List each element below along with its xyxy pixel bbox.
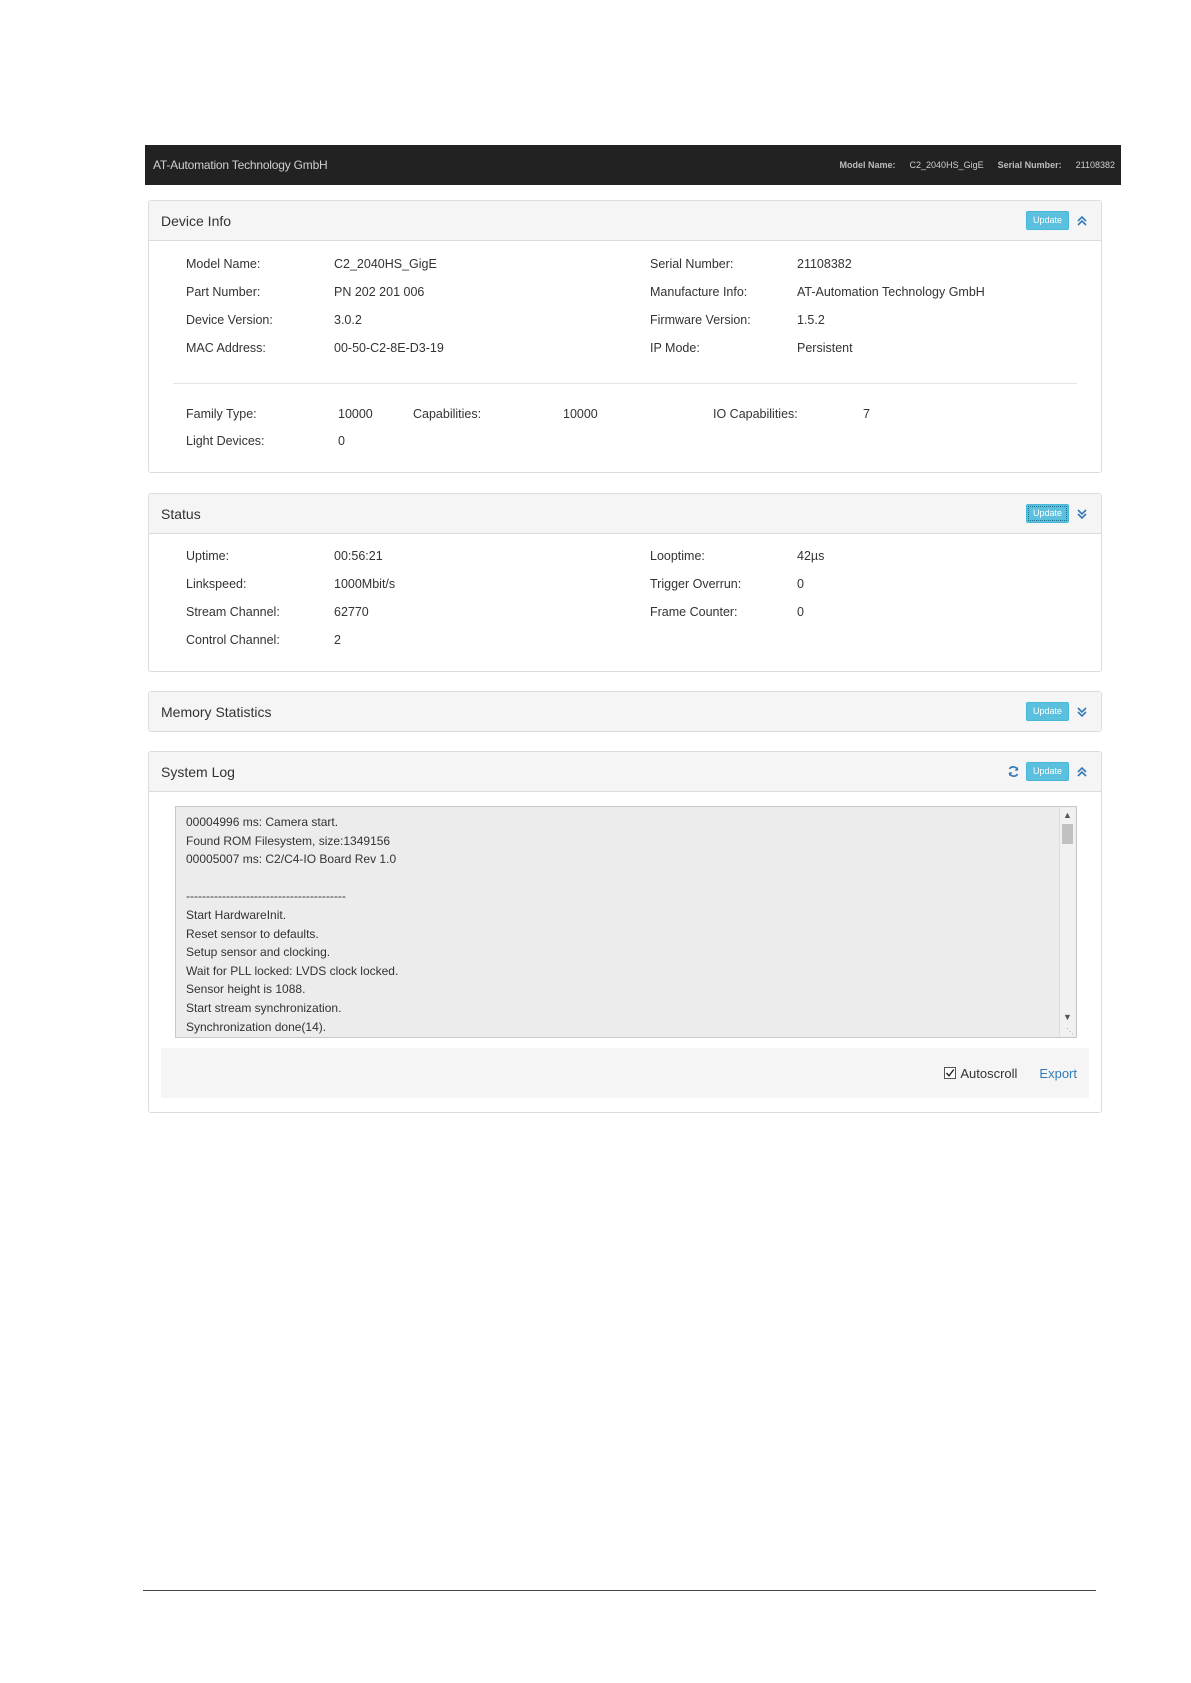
checkmark-icon [946, 1069, 955, 1077]
log-line: 00004996 ms: Camera start. [186, 815, 339, 829]
log-lines: 00004996 ms: Camera start. Found ROM Fil… [186, 813, 398, 1036]
io-capabilities-value: 7 [863, 407, 870, 421]
uptime-value: 00:56:21 [334, 549, 383, 563]
capabilities-value: 10000 [563, 407, 598, 421]
navbar-serial-value: 21108382 [1075, 160, 1115, 170]
model-name-value: C2_2040HS_GigE [334, 257, 437, 271]
part-number-value: PN 202 201 006 [334, 285, 425, 299]
light-devices-label: Light Devices: [186, 434, 265, 448]
log-line: Wait for PLL locked: LVDS clock locked. [186, 963, 399, 978]
resize-grip-icon[interactable]: ⋱ [1066, 1027, 1074, 1036]
looptime-label: Looptime: [650, 549, 705, 563]
device-info-update-button[interactable]: Update [1025, 211, 1069, 230]
system-log-panel: System Log Update 00004996 ms: Camera st… [148, 751, 1102, 1113]
scroll-down-arrow-icon[interactable]: ▼ [1060, 1010, 1075, 1024]
brand-name[interactable]: AT-Automation Technology GmbH [153, 158, 328, 172]
navbar-device-meta: Model Name: C2_2040HS_GigE Serial Number:… [840, 160, 1115, 170]
system-log-update-button[interactable]: Update [1025, 762, 1069, 781]
memory-statistics-header: Memory Statistics Update [149, 692, 1101, 731]
device-info-header: Device Info Update [149, 201, 1101, 241]
system-log-footer: Autoscroll Export [161, 1048, 1089, 1098]
firmware-version-value: 1.5.2 [797, 313, 825, 327]
status-title: Status [161, 505, 201, 522]
status-panel: Status Update Uptime: 00:56:21 Linkspeed… [148, 493, 1102, 672]
page-footer-rule [143, 1590, 1096, 1591]
mac-address-value: 00-50-C2-8E-D3-19 [334, 341, 444, 355]
family-type-label: Family Type: [186, 407, 257, 421]
stream-channel-label: Stream Channel: [186, 605, 280, 619]
serial-number-label: Serial Number: [650, 257, 734, 271]
system-log-textarea[interactable]: 00004996 ms: Camera start. Found ROM Fil… [175, 806, 1077, 1038]
memory-update-button[interactable]: Update [1025, 702, 1069, 721]
log-line: ---------------------------------------- [186, 889, 346, 904]
frame-counter-label: Frame Counter: [650, 605, 738, 619]
log-line: Sensor height is 1088. [186, 982, 306, 997]
refresh-icon[interactable] [1007, 765, 1020, 778]
looptime-value: 42µs [797, 549, 825, 563]
mac-address-label: MAC Address: [186, 341, 266, 355]
part-number-label: Part Number: [186, 285, 261, 299]
light-devices-value: 0 [338, 434, 345, 448]
autoscroll-toggle[interactable]: Autoscroll [944, 1066, 1017, 1081]
trigger-overrun-value: 0 [797, 577, 804, 591]
uptime-label: Uptime: [186, 549, 230, 563]
device-info-panel: Device Info Update Model Name: C2_2040HS… [148, 200, 1102, 473]
navbar-serial-label: Serial Number: [997, 160, 1062, 170]
log-line: 00005007 ms: C2/C4-IO Board Rev 1.0 [186, 852, 397, 867]
chevron-double-down-icon[interactable] [1075, 705, 1089, 719]
manufacture-info-value: AT-Automation Technology GmbH [797, 285, 985, 299]
scroll-up-arrow-icon[interactable]: ▲ [1060, 808, 1075, 822]
log-line: Reset sensor to defaults. [186, 926, 319, 941]
system-log-header: System Log Update [149, 752, 1101, 792]
io-capabilities-label: IO Capabilities: [713, 407, 798, 421]
ip-mode-label: IP Mode: [650, 341, 700, 355]
stream-channel-value: 62770 [334, 605, 369, 619]
chevron-double-down-icon[interactable] [1075, 507, 1089, 521]
log-line: Start stream synchronization. [186, 1000, 342, 1015]
export-link[interactable]: Export [1039, 1066, 1077, 1081]
autoscroll-label: Autoscroll [960, 1065, 1018, 1081]
autoscroll-checkbox[interactable] [944, 1067, 957, 1079]
status-header: Status Update [149, 494, 1101, 534]
navbar-model-label: Model Name: [839, 160, 896, 170]
system-log-title: System Log [161, 763, 235, 780]
log-scrollbar[interactable]: ▲ ▼ [1059, 808, 1075, 1036]
status-update-button[interactable]: Update [1025, 504, 1069, 523]
serial-number-value: 21108382 [797, 257, 852, 271]
chevron-double-up-icon[interactable] [1075, 765, 1089, 779]
navbar-model-value: C2_2040HS_GigE [909, 160, 984, 170]
manufacture-info-label: Manufacture Info: [650, 285, 748, 299]
control-channel-value: 2 [334, 633, 341, 647]
device-info-divider [173, 383, 1077, 384]
frame-counter-value: 0 [797, 605, 804, 619]
log-line: Start HardwareInit. [186, 907, 287, 922]
device-version-value: 3.0.2 [334, 313, 362, 327]
log-line: Synchronization done(14). [186, 1019, 327, 1034]
memory-statistics-title: Memory Statistics [161, 703, 272, 720]
linkspeed-label: Linkspeed: [186, 577, 247, 591]
family-type-value: 10000 [338, 407, 373, 421]
chevron-double-up-icon[interactable] [1075, 214, 1089, 228]
log-line: Found ROM Filesystem, size:1349156 [186, 833, 391, 848]
top-navbar: AT-Automation Technology GmbH Model Name… [145, 145, 1121, 185]
model-name-label: Model Name: [186, 257, 261, 271]
device-info-title: Device Info [161, 212, 232, 229]
firmware-version-label: Firmware Version: [650, 313, 751, 327]
trigger-overrun-label: Trigger Overrun: [650, 577, 742, 591]
log-line: Setup sensor and clocking. [186, 945, 331, 960]
linkspeed-value: 1000Mbit/s [334, 577, 396, 591]
memory-statistics-panel: Memory Statistics Update [148, 691, 1102, 732]
device-version-label: Device Version: [186, 313, 273, 327]
capabilities-label: Capabilities: [413, 407, 482, 421]
scrollbar-thumb[interactable] [1062, 824, 1073, 844]
ip-mode-value: Persistent [797, 341, 853, 355]
control-channel-label: Control Channel: [186, 633, 280, 647]
